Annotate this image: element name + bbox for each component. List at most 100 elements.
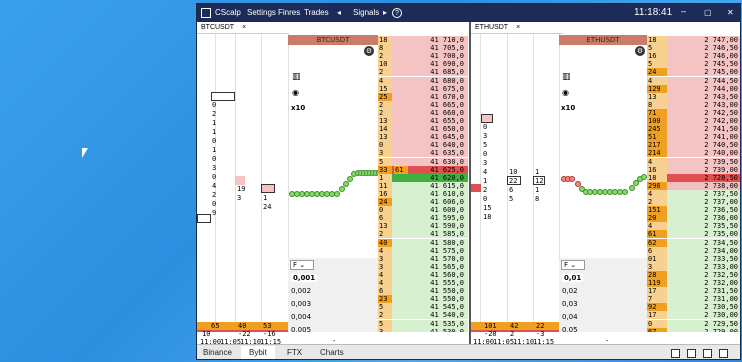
bid-row[interactable]: 2 41 540,0 <box>378 311 468 320</box>
window-icon[interactable] <box>687 349 696 358</box>
eye-icon[interactable]: ◉ <box>292 88 299 97</box>
ask-row[interactable]: 2 41 685,0 <box>378 68 468 77</box>
bid-row[interactable]: 6 41 595,0 <box>378 214 468 223</box>
menu-trades[interactable]: Trades <box>304 8 329 17</box>
bid-row[interactable]: 11 41 615,0 <box>378 181 468 190</box>
bid-row[interactable]: 6 2 734,00 <box>647 246 740 255</box>
ask-row[interactable]: 10 41 690,0 <box>378 60 468 69</box>
eye-icon[interactable]: ◉ <box>562 88 569 97</box>
tab-close-icon[interactable]: × <box>242 24 246 31</box>
ask-row[interactable]: 51 2 741,00 <box>647 133 740 142</box>
bid-row[interactable]: 17 2 731,50 <box>647 287 740 296</box>
bid-row[interactable]: 3 2 733,00 <box>647 262 740 271</box>
bid-row[interactable]: 4 2 735,50 <box>647 222 740 231</box>
tab-charts[interactable]: Charts <box>320 348 344 357</box>
ask-row[interactable]: 5 2 745,50 <box>647 60 740 69</box>
bid-row[interactable]: 61 2 735,00 <box>647 230 740 239</box>
ask-row[interactable]: 13 2 743,50 <box>647 92 740 101</box>
size-option[interactable]: 0,005 <box>291 326 311 332</box>
bid-row[interactable]: 67 2 729,00 <box>647 327 740 332</box>
bid-row[interactable]: 20 2 736,00 <box>647 214 740 223</box>
size-option[interactable]: 0,01 <box>562 274 584 282</box>
tab-close-icon[interactable]: × <box>516 24 520 31</box>
filter-select[interactable]: F ⌄ <box>561 260 585 270</box>
menu-settings[interactable]: Settings <box>247 8 276 17</box>
bid-row[interactable]: 4 2 737,50 <box>647 189 740 198</box>
ask-row[interactable]: 13 41 645,0 <box>378 133 468 142</box>
ask-row[interactable]: 18 2 747,00 <box>647 36 740 44</box>
minimize-button[interactable]: – <box>681 6 686 16</box>
size-option[interactable]: 0,004 <box>291 313 311 321</box>
maximize-button[interactable]: ▢ <box>704 8 712 17</box>
bid-row[interactable]: 5 41 535,0 <box>378 319 468 328</box>
tab-btcusdt[interactable]: BTCUSDT × <box>197 22 289 34</box>
ask-row[interactable]: 8 41 705,0 <box>378 44 468 53</box>
filter-select[interactable]: F ⌄ <box>290 260 314 270</box>
size-option[interactable]: 0,05 <box>562 326 578 332</box>
order-book[interactable]: 18 2 747,00 5 2 746,50 16 2 746,00 5 2 745,50 24… <box>647 34 740 332</box>
bid-row[interactable]: 13 41 590,0 <box>378 222 468 231</box>
bid-row[interactable]: 1 41 620,0 <box>378 173 468 182</box>
layout-icon[interactable] <box>671 349 680 358</box>
ask-row[interactable]: 2 41 660,0 <box>378 108 468 117</box>
bid-row[interactable]: 0 41 600,0 <box>378 206 468 215</box>
bid-row[interactable]: 119 2 732,00 <box>647 279 740 287</box>
bid-row[interactable]: 5 41 545,0 <box>378 303 468 312</box>
gear-icon[interactable]: ⚙ <box>364 46 374 56</box>
ask-row[interactable]: 16 2 739,00 <box>647 165 740 174</box>
chart-icon[interactable]: ▥ <box>292 72 301 82</box>
bid-row[interactable]: 40 41 580,0 <box>378 238 468 247</box>
bid-row[interactable]: 01 2 733,50 <box>647 254 740 263</box>
bid-row[interactable]: 4 41 575,0 <box>378 246 468 255</box>
ask-row[interactable]: 71 2 742,50 <box>647 108 740 117</box>
bid-row[interactable]: 16 41 610,0 <box>378 189 468 198</box>
arrow-right-icon[interactable]: ▸ <box>383 8 387 17</box>
ask-row[interactable]: 214 2 740,00 <box>647 149 740 158</box>
size-option[interactable]: 0,003 <box>291 300 311 308</box>
ask-row[interactable]: 3 41 635,0 <box>378 149 468 158</box>
size-option[interactable]: 0,04 <box>562 313 578 321</box>
bid-row[interactable]: 4 41 560,0 <box>378 270 468 279</box>
bid-row[interactable]: 3 41 570,0 <box>378 254 468 263</box>
bid-row[interactable]: 92 2 730,50 <box>647 303 740 312</box>
ask-row[interactable]: 4 41 680,0 <box>378 76 468 85</box>
ask-row[interactable]: 296 2 738,00 <box>647 181 740 190</box>
ask-row[interactable]: 16 2 746,00 <box>647 52 740 61</box>
ask-row[interactable]: 18 2 728,50 <box>647 173 740 182</box>
ask-row[interactable]: 8 2 743,00 <box>647 100 740 109</box>
ask-row[interactable]: 24 2 745,00 <box>647 68 740 77</box>
tab-binance[interactable]: Binance <box>203 348 232 357</box>
menu-finres[interactable]: Finres <box>278 8 300 17</box>
gear-icon[interactable]: ⚙ <box>635 46 645 56</box>
chart-layout-icon[interactable] <box>703 349 712 358</box>
bid-row[interactable]: 0 2 729,50 <box>647 319 740 328</box>
bid-row[interactable]: 28 2 732,50 <box>647 270 740 279</box>
tab-bybit[interactable]: Bybit <box>241 346 275 359</box>
settings-layout-icon[interactable] <box>719 349 728 358</box>
ask-row[interactable]: 4 2 739,50 <box>647 157 740 166</box>
ask-row[interactable]: 15 41 675,0 <box>378 84 468 93</box>
ask-row[interactable]: 0 41 640,0 <box>378 141 468 150</box>
chart-icon[interactable]: ▥ <box>562 72 571 82</box>
ask-row[interactable]: 4 2 744,50 <box>647 76 740 85</box>
ask-row[interactable]: 25 41 670,0 <box>378 92 468 101</box>
ask-row[interactable]: 129 2 744,00 <box>647 84 740 93</box>
bid-row[interactable]: 6 41 550,0 <box>378 287 468 296</box>
bid-row[interactable]: 151 2 736,50 <box>647 206 740 215</box>
help-button[interactable]: ? <box>392 8 402 18</box>
tab-ftx[interactable]: FTX <box>287 348 302 357</box>
size-option[interactable]: 0,03 <box>562 300 578 308</box>
bid-row[interactable]: 2 2 737,00 <box>647 198 740 206</box>
bid-row[interactable]: 24 41 606,0 <box>378 198 468 206</box>
size-option[interactable]: 0,002 <box>291 287 311 295</box>
menu-signals[interactable]: Signals <box>353 8 379 17</box>
close-window-button[interactable]: ✕ <box>727 8 734 17</box>
ask-row[interactable]: 217 2 740,50 <box>647 141 740 150</box>
bid-row[interactable]: 62 2 734,50 <box>647 238 740 247</box>
size-option[interactable]: 0,001 <box>291 274 318 282</box>
ask-row[interactable]: 2 41 665,0 <box>378 100 468 109</box>
order-book[interactable]: 18 41 710,0 8 41 705,0 2 41 700,0 10 41 690,0 2 4… <box>378 34 468 332</box>
ask-row[interactable]: 245 2 741,50 <box>647 125 740 134</box>
bid-row[interactable]: 3 41 530,0 <box>378 327 468 332</box>
bid-row[interactable]: 23 41 550,0 <box>378 295 468 304</box>
